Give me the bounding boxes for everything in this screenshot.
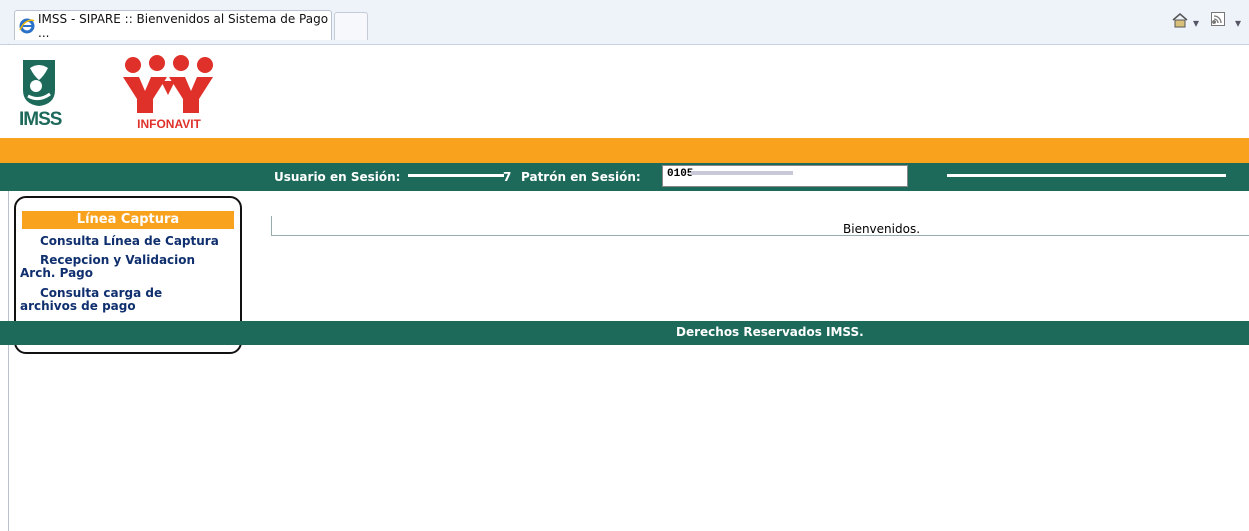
razon-social-redacted — [947, 174, 1226, 177]
infonavit-emblem-icon — [123, 55, 213, 113]
orange-separator-bar — [0, 138, 1249, 163]
ie-icon — [19, 18, 35, 34]
home-icon[interactable] — [1171, 12, 1189, 31]
browser-tab-bar: IMSS - SIPARE :: Bienvenidos al Sistema … — [0, 0, 1249, 45]
welcome-text: Bienvenidos. — [843, 222, 921, 236]
rss-icon[interactable] — [1211, 12, 1225, 29]
usuario-label: Usuario en Sesión: — [274, 170, 401, 184]
dropdown-icon[interactable]: ▾ — [1193, 16, 1199, 30]
patron-value: 0105 — [667, 168, 694, 180]
footer-bar: Derechos Reservados IMSS. — [0, 321, 1249, 345]
footer-text: Derechos Reservados IMSS. — [676, 325, 864, 339]
menu-consulta-carga-archivos[interactable]: Consulta carga de archivos de pago — [20, 287, 162, 313]
new-tab-button[interactable] — [334, 12, 368, 40]
sidebar-title: Línea Captura — [22, 211, 234, 229]
menu-item-label: Consulta Línea de Captura — [40, 234, 219, 248]
menu-item-label-line2: Arch. Pago — [20, 266, 94, 280]
logo-banner: IMSS INFONAVIT — [0, 45, 1249, 138]
patron-field[interactable]: 0105 — [662, 165, 908, 187]
menu-item-label-line2: archivos de pago — [20, 299, 136, 313]
content-frame — [271, 216, 1249, 236]
infonavit-logo-text: INFONAVIT — [137, 117, 201, 131]
patron-label: Patrón en Sesión: — [521, 170, 641, 184]
menu-consulta-linea-captura[interactable]: Consulta Línea de Captura — [40, 235, 219, 248]
menu-recepcion-validacion[interactable]: Recepcion y Validacion Arch. Pago — [20, 254, 195, 280]
tab-title: IMSS - SIPARE :: Bienvenidos al Sistema … — [38, 11, 329, 40]
browser-tab[interactable]: IMSS - SIPARE :: Bienvenidos al Sistema … — [14, 10, 332, 40]
patron-redacted-value — [691, 171, 793, 175]
usuario-redacted-value — [408, 174, 504, 177]
dropdown-icon[interactable]: ▾ — [1235, 16, 1241, 30]
usuario-suffix: 7 — [503, 170, 512, 184]
imss-logo-text: IMSS — [19, 109, 62, 130]
imss-logo: IMSS — [19, 56, 62, 130]
session-bar: Usuario en Sesión: 7 Patrón en Sesión: 0… — [0, 163, 1249, 191]
imss-emblem-icon — [23, 60, 55, 106]
infonavit-logo: INFONAVIT — [117, 55, 221, 133]
